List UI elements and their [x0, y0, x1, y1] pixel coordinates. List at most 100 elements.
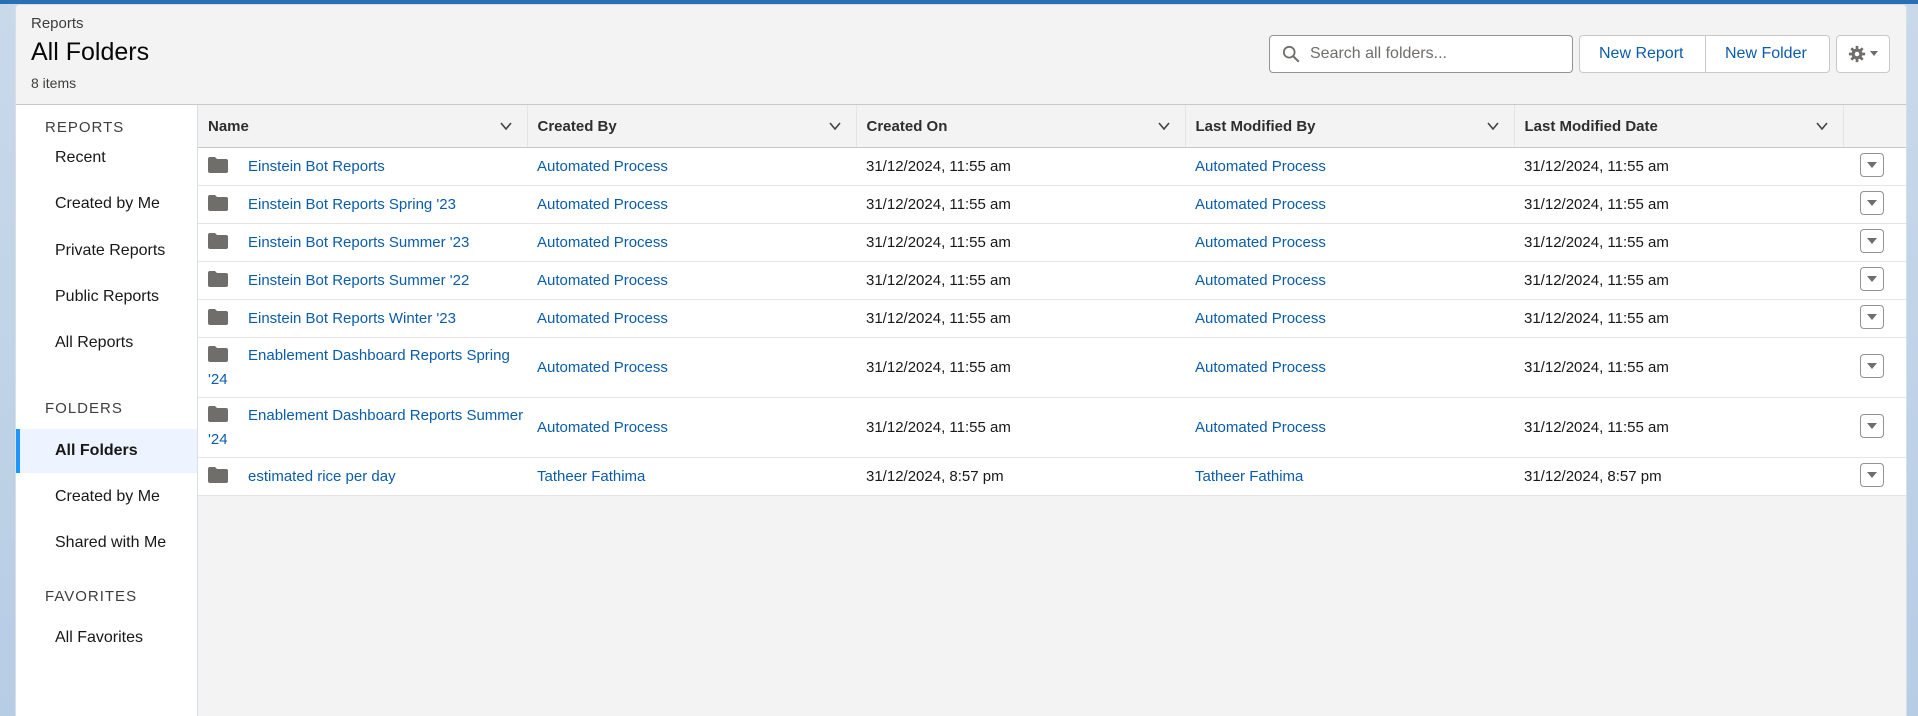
user-link[interactable]: Automated Process — [1195, 359, 1326, 376]
date-value: 31/12/2024, 11:55 am — [866, 234, 1011, 251]
page-title: All Folders — [31, 38, 150, 66]
sidebar-item-all-favorites[interactable]: All Favorites — [16, 616, 197, 660]
folder-name-link[interactable]: Einstein Bot Reports — [248, 158, 385, 175]
chevron-down-icon[interactable] — [1815, 119, 1829, 133]
new-report-button[interactable]: New Report — [1579, 35, 1706, 73]
row-actions-dropdown-button[interactable] — [1860, 353, 1884, 378]
folder-name-link[interactable]: Enablement Dashboard Reports Summer '24 — [208, 407, 523, 448]
user-link[interactable]: Automated Process — [1195, 234, 1326, 251]
sidebar-item-public-reports[interactable]: Public Reports — [16, 275, 197, 319]
row-actions-cell — [1843, 457, 1906, 496]
created-by-cell: Automated Process — [527, 397, 856, 458]
folder-name-link[interactable]: Enablement Dashboard Reports Spring '24 — [208, 347, 510, 388]
name-cell: Einstein Bot Reports Summer '22 — [198, 261, 527, 300]
table-header-row: Name Created By Created On Last Modified By… — [198, 105, 1906, 148]
row-actions-dropdown-button[interactable] — [1860, 304, 1884, 329]
user-link[interactable]: Automated Process — [537, 196, 668, 213]
folder-name-link[interactable]: Einstein Bot Reports Summer '23 — [248, 234, 469, 251]
modified-by-cell: Automated Process — [1185, 299, 1514, 338]
folders-table-container: Name Created By Created On Last Modified By… — [198, 105, 1906, 716]
row-actions-dropdown-button[interactable] — [1860, 462, 1884, 487]
name-cell: Einstein Bot Reports Summer '23 — [198, 223, 527, 262]
created-on-cell: 31/12/2024, 11:55 am — [856, 397, 1185, 458]
table-row: Einstein Bot Reports Winter '23 Automated… — [198, 299, 1906, 338]
row-actions-dropdown-button[interactable] — [1860, 228, 1884, 253]
sidebar-item-folders-created-by-me[interactable]: Created by Me — [16, 475, 197, 519]
row-actions-cell — [1843, 337, 1906, 398]
created-by-cell: Automated Process — [527, 185, 856, 224]
date-value: 31/12/2024, 11:55 am — [866, 359, 1011, 376]
row-actions-dropdown-button[interactable] — [1860, 190, 1884, 215]
row-actions-dropdown-button[interactable] — [1860, 266, 1884, 291]
row-actions-dropdown-button[interactable] — [1860, 413, 1884, 438]
chevron-down-icon[interactable] — [1486, 119, 1500, 133]
new-folder-button[interactable]: New Folder — [1706, 35, 1830, 73]
search-icon — [1282, 45, 1300, 63]
chevron-down-icon[interactable] — [1157, 119, 1171, 133]
chevron-down-icon[interactable] — [499, 119, 513, 133]
sidebar-item-recent[interactable]: Recent — [16, 136, 197, 180]
reports-app: Reports All Folders 8 items New Report N… — [15, 4, 1907, 716]
row-actions-cell — [1843, 261, 1906, 300]
sidebar-item-private-reports[interactable]: Private Reports — [16, 229, 197, 273]
column-header-name[interactable]: Name — [198, 105, 528, 148]
name-cell: Enablement Dashboard Reports Spring '24 — [198, 337, 527, 398]
search-input[interactable] — [1310, 36, 1566, 72]
user-link[interactable]: Tatheer Fathima — [537, 468, 645, 485]
sidebar: REPORTS Recent Created by Me Private Rep… — [16, 105, 198, 716]
sidebar-item-all-folders[interactable]: All Folders — [16, 429, 197, 473]
row-actions-cell — [1843, 223, 1906, 262]
folder-icon — [208, 232, 228, 249]
user-link[interactable]: Automated Process — [537, 158, 668, 175]
created-on-cell: 31/12/2024, 11:55 am — [856, 299, 1185, 338]
folder-name-link[interactable]: Einstein Bot Reports Winter '23 — [248, 310, 456, 327]
user-link[interactable]: Tatheer Fathima — [1195, 468, 1303, 485]
table-row: Einstein Bot Reports Spring '23 Automated… — [198, 185, 1906, 224]
user-link[interactable]: Automated Process — [1195, 158, 1326, 175]
date-value: 31/12/2024, 11:55 am — [1524, 310, 1669, 327]
table-row: estimated rice per day Tatheer Fathima 31/… — [198, 457, 1906, 496]
user-link[interactable]: Automated Process — [537, 234, 668, 251]
search-box[interactable] — [1269, 35, 1573, 73]
name-cell: Einstein Bot Reports Winter '23 — [198, 299, 527, 338]
sidebar-item-created-by-me[interactable]: Created by Me — [16, 182, 197, 226]
chevron-down-icon[interactable] — [828, 119, 842, 133]
user-link[interactable]: Automated Process — [537, 272, 668, 289]
table-row: Einstein Bot Reports Automated Process 31/… — [198, 147, 1906, 186]
folder-name-link[interactable]: Einstein Bot Reports Summer '22 — [248, 272, 469, 289]
folder-name-link[interactable]: Einstein Bot Reports Spring '23 — [248, 196, 456, 213]
created-by-cell: Automated Process — [527, 261, 856, 300]
row-actions-cell — [1843, 147, 1906, 186]
column-header-last-modified-by[interactable]: Last Modified By — [1185, 105, 1515, 148]
column-header-last-modified-date[interactable]: Last Modified Date — [1514, 105, 1844, 148]
user-link[interactable]: Automated Process — [537, 419, 668, 436]
user-link[interactable]: Automated Process — [1195, 419, 1326, 436]
user-link[interactable]: Automated Process — [1195, 310, 1326, 327]
column-header-created-on[interactable]: Created On — [856, 105, 1186, 148]
modified-date-cell: 31/12/2024, 11:55 am — [1514, 397, 1843, 458]
user-link[interactable]: Automated Process — [1195, 196, 1326, 213]
created-on-cell: 31/12/2024, 11:55 am — [856, 147, 1185, 186]
user-link[interactable]: Automated Process — [537, 359, 668, 376]
date-value: 31/12/2024, 11:55 am — [1524, 234, 1669, 251]
column-header-label: Created By — [537, 117, 617, 135]
date-value: 31/12/2024, 11:55 am — [1524, 272, 1669, 289]
sidebar-item-all-reports[interactable]: All Reports — [16, 321, 197, 365]
row-actions-cell — [1843, 185, 1906, 224]
created-by-cell: Automated Process — [527, 147, 856, 186]
user-link[interactable]: Automated Process — [537, 310, 668, 327]
date-value: 31/12/2024, 11:55 am — [866, 419, 1011, 436]
settings-menu-button[interactable] — [1836, 35, 1890, 73]
sidebar-item-shared-with-me[interactable]: Shared with Me — [16, 521, 197, 565]
modified-date-cell: 31/12/2024, 11:55 am — [1514, 337, 1843, 398]
column-header-created-by[interactable]: Created By — [527, 105, 857, 148]
folder-icon — [208, 270, 228, 287]
folder-name-link[interactable]: estimated rice per day — [248, 468, 396, 485]
name-cell: Einstein Bot Reports Spring '23 — [198, 185, 527, 224]
folder-icon — [208, 345, 228, 362]
row-actions-dropdown-button[interactable] — [1860, 152, 1884, 177]
page-header: Reports All Folders 8 items New Report N… — [16, 5, 1906, 105]
user-link[interactable]: Automated Process — [1195, 272, 1326, 289]
folder-icon — [208, 308, 228, 325]
created-by-cell: Automated Process — [527, 223, 856, 262]
